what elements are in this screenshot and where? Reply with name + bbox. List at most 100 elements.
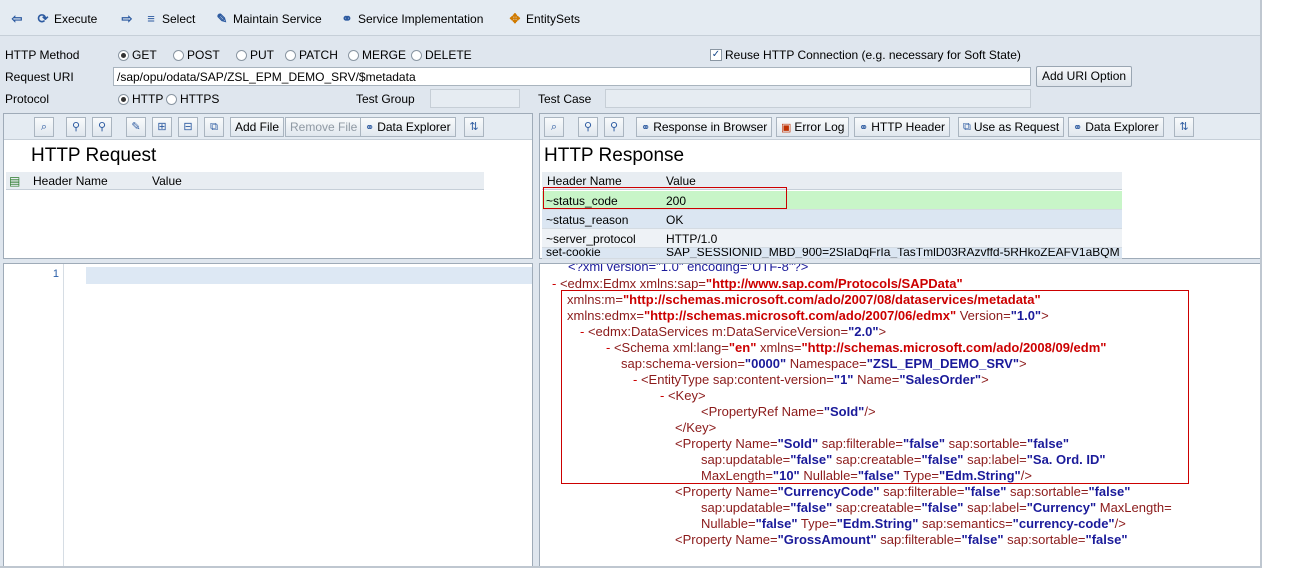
radio-circle[interactable] (118, 49, 129, 61)
xml-line: Nullable="false" Type="Edm.String" sap:s… (701, 516, 1126, 531)
use-as-request-button[interactable]: ⧉ Use as Request (958, 117, 1065, 137)
execute-button[interactable]: ⟳ Execute (36, 10, 98, 27)
back-arrow-icon: ⇦ (11, 10, 23, 26)
edit-icon[interactable]: ✎ (126, 117, 146, 137)
find-icon[interactable]: ⚲ (66, 117, 86, 137)
database-icon: ≡ (147, 10, 155, 26)
request-body-editor[interactable]: 1 (3, 263, 533, 566)
entity-sets-icon: ✥ (509, 10, 521, 26)
test-group-input[interactable] (430, 89, 520, 108)
protocol-row: Protocol HTTP HTTPS Test Group Test Case (0, 88, 1260, 110)
test-case-label: Test Case (538, 92, 592, 106)
radio-patch[interactable]: PATCH (285, 48, 338, 62)
line-gutter: 1 (4, 264, 64, 566)
entity-sets-button[interactable]: ✥ EntitySets (508, 10, 580, 27)
browser-icon: ⚭ (641, 121, 651, 134)
checkmark-icon[interactable]: ✓ (710, 49, 722, 61)
reuse-connection-checkbox[interactable]: ✓ Reuse HTTP Connection (e.g. necessary f… (710, 48, 1021, 62)
request-uri-label: Request URI (5, 70, 74, 84)
delete-row-icon[interactable]: ⊟ (178, 117, 198, 137)
copy-icon: ⧉ (963, 120, 971, 133)
sap-gateway-client-window: ⇦ ⟳ Execute ⇨ ≡ Select ✎ Maintain Service ⚭… (0, 0, 1262, 568)
radio-delete[interactable]: DELETE (411, 48, 472, 62)
header-icon: ⚭ (859, 121, 869, 134)
edit-icon: ✎ (216, 10, 228, 26)
response-data-explorer-button[interactable]: ⚭ Data Explorer (1068, 117, 1164, 137)
radio-circle[interactable] (166, 93, 177, 105)
radio-circle[interactable] (285, 49, 296, 61)
http-request-panel: ⌕ ⚲ ⚲ ✎ ⊞ ⊟ ⧉ Add File Remove File ⚭ Data… (3, 113, 533, 259)
data-explorer-icon: ⚭ (1073, 121, 1083, 134)
radio-put[interactable]: PUT (236, 48, 274, 62)
refresh-icon[interactable]: ⇅ (464, 117, 484, 137)
protocol-label: Protocol (5, 92, 50, 106)
data-explorer-icon: ⚭ (365, 121, 375, 134)
radio-circle[interactable] (411, 49, 422, 61)
radio-merge[interactable]: MERGE (348, 48, 406, 62)
radio-get[interactable]: GET (118, 48, 157, 62)
metadata-highlight (561, 290, 1189, 484)
maintain-service-button[interactable]: ✎ Maintain Service (215, 10, 322, 27)
find-next-icon[interactable]: ⚲ (92, 117, 112, 137)
radio-https[interactable]: HTTPS (166, 92, 219, 106)
insert-row-icon[interactable]: ⊞ (152, 117, 172, 137)
radio-post[interactable]: POST (173, 48, 220, 62)
back-button[interactable]: ⇦ (10, 10, 28, 27)
request-uri-input[interactable]: /sap/opu/odata/SAP/ZSL_EPM_DEMO_SRV/$met… (113, 67, 1031, 86)
xml-line: <Property Name="CurrencyCode" sap:filter… (675, 484, 1131, 499)
request-header-table-head: ▤ Header Name Value (6, 172, 484, 190)
table-row[interactable]: set-cookie SAP_SESSIONID_MBD_900=2SIaDqF… (542, 248, 1122, 259)
forward-arrow-icon: ⇨ (121, 10, 133, 26)
response-in-browser-button[interactable]: ⚭ Response in Browser (636, 117, 773, 137)
current-line-highlight (86, 267, 532, 284)
radio-circle[interactable] (348, 49, 359, 61)
request-uri-row: Request URI /sap/opu/odata/SAP/ZSL_EPM_D… (0, 66, 1260, 88)
col-value: Value (666, 174, 696, 188)
error-log-button[interactable]: ▣ Error Log (776, 117, 850, 137)
service-implementation-button[interactable]: ⚭ Service Implementation (340, 10, 484, 27)
copy-row-icon[interactable]: ⧉ (204, 117, 224, 137)
find-next-icon[interactable]: ⚲ (604, 117, 624, 137)
execute-icon: ⟳ (37, 10, 49, 26)
http-header-button[interactable]: ⚭ HTTP Header (854, 117, 951, 137)
add-uri-option-button[interactable]: Add URI Option (1036, 66, 1133, 87)
http-method-label: HTTP Method (5, 48, 80, 62)
table-row[interactable]: ~status_reason OK (542, 210, 1122, 229)
xml-line: <?xml version="1.0" encoding="UTF-8"?> (568, 263, 809, 274)
application-toolbar: ⇦ ⟳ Execute ⇨ ≡ Select ✎ Maintain Service ⚭… (0, 0, 1260, 36)
remove-file-button[interactable]: Remove File (285, 117, 363, 137)
xml-content: <?xml version="1.0" encoding="UTF-8"?> -… (540, 264, 1172, 566)
forward-button[interactable]: ⇨ (120, 10, 138, 27)
radio-circle[interactable] (173, 49, 184, 61)
add-file-button[interactable]: Add File (230, 117, 285, 137)
radio-circle[interactable] (236, 49, 247, 61)
http-method-row: HTTP Method GET POST PUT PATCH MERGE DEL… (0, 44, 1260, 66)
radio-http[interactable]: HTTP (118, 92, 163, 106)
table-settings-icon[interactable]: ▤ (9, 174, 20, 188)
error-log-icon: ▣ (781, 121, 792, 134)
refresh-icon[interactable]: ⇅ (1174, 117, 1194, 137)
request-data-explorer-button[interactable]: ⚭ Data Explorer (360, 117, 456, 137)
status-code-highlight (543, 187, 787, 209)
request-toolbar: ⌕ ⚲ ⚲ ✎ ⊞ ⊟ ⧉ Add File Remove File ⚭ Data… (4, 114, 532, 140)
xml-line: <Property Name="GrossAmount" sap:filtera… (675, 532, 1128, 547)
col-header-name: Header Name (33, 174, 108, 188)
find-icon[interactable]: ⚲ (578, 117, 598, 137)
service-icon: ⚭ (341, 10, 353, 26)
select-button[interactable]: ≡ Select (144, 10, 195, 27)
test-case-input[interactable] (605, 89, 1031, 108)
line-number: 1 (52, 268, 59, 280)
table-row[interactable]: ~server_protocol HTTP/1.0 (542, 229, 1122, 248)
col-value: Value (152, 174, 182, 188)
test-group-label: Test Group (356, 92, 415, 106)
radio-circle[interactable] (118, 93, 129, 105)
details-icon[interactable]: ⌕ (544, 117, 564, 137)
xml-line: sap:updatable="false" sap:creatable="fal… (701, 500, 1172, 515)
col-header-name: Header Name (547, 174, 622, 188)
http-response-panel: ⌕ ⚲ ⚲ ⚭ Response in Browser ▣ Error Log ⚭ H… (539, 113, 1260, 259)
response-xml-body: <?xml version="1.0" encoding="UTF-8"?> -… (539, 263, 1260, 566)
details-icon[interactable]: ⌕ (34, 117, 54, 137)
response-title: HTTP Response (544, 145, 685, 166)
request-title: HTTP Request (31, 145, 157, 166)
response-toolbar: ⌕ ⚲ ⚲ ⚭ Response in Browser ▣ Error Log ⚭ H… (540, 114, 1260, 140)
